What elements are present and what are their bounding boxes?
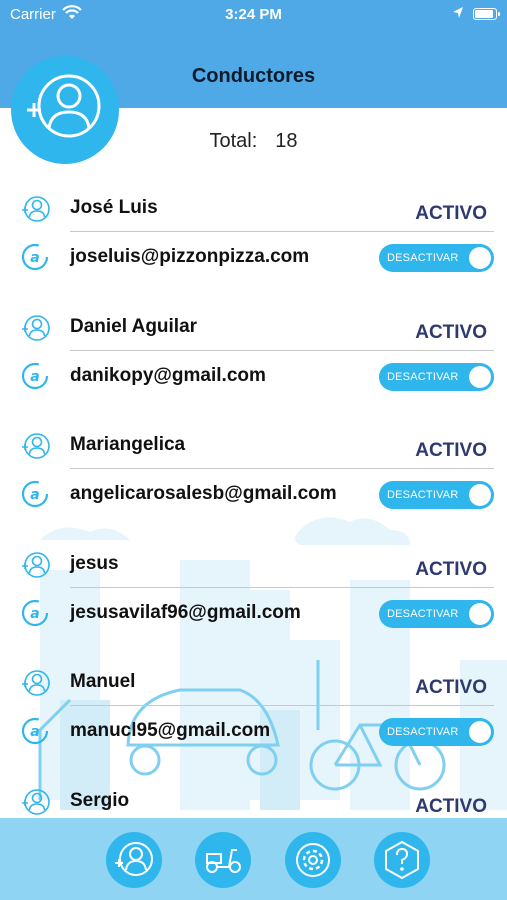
svg-text:a: a xyxy=(30,250,39,266)
user-icon xyxy=(20,430,52,462)
nav-add-user-button[interactable] xyxy=(106,832,162,888)
add-driver-avatar-icon[interactable] xyxy=(11,56,119,164)
driver-row[interactable]: Mariangelica ACTIVO a angelicarosalesb@g… xyxy=(0,425,507,543)
driver-email: danikopy@gmail.com xyxy=(70,364,266,386)
driver-row[interactable]: jesus ACTIVO a jesusavilaf96@gmail.com D… xyxy=(0,544,507,662)
location-icon xyxy=(452,6,464,24)
status-bar: Carrier 3:24 PM xyxy=(0,0,507,30)
driver-row[interactable]: Sergio ACTIVO a DESACTIVAR xyxy=(0,781,507,819)
row-divider xyxy=(70,468,494,469)
user-icon xyxy=(20,193,52,225)
row-divider xyxy=(70,586,494,588)
driver-status: ACTIVO xyxy=(415,795,487,817)
toggle-knob xyxy=(469,721,491,743)
driver-name: Mariangelica xyxy=(70,434,186,455)
email-at-icon: a xyxy=(21,362,49,390)
driver-name: Sergio xyxy=(70,789,130,811)
row-divider xyxy=(70,231,494,232)
driver-row[interactable]: Daniel Aguilar ACTIVO a danikopy@gmail.c… xyxy=(0,307,507,425)
email-at-icon: a xyxy=(21,599,49,627)
deactivate-toggle-label: DESACTIVAR xyxy=(387,370,459,383)
driver-name: jesus xyxy=(70,552,119,574)
user-icon xyxy=(20,549,52,581)
deactivate-toggle-label: DESACTIVAR xyxy=(387,726,459,738)
deactivate-toggle-label: DESACTIVAR xyxy=(387,252,459,264)
nav-help-button[interactable] xyxy=(374,832,430,888)
driver-name: Daniel Aguilar xyxy=(70,315,198,337)
total-value: 18 xyxy=(275,130,298,152)
bottom-nav-bar xyxy=(0,818,507,900)
nav-delivery-button[interactable] xyxy=(195,832,251,888)
add-user-icon xyxy=(115,842,153,876)
email-at-icon: a xyxy=(21,480,49,508)
driver-email: manucl95@gmail.com xyxy=(70,720,271,741)
driver-status: ACTIVO xyxy=(415,203,487,224)
help-icon xyxy=(385,840,419,880)
nav-settings-button[interactable] xyxy=(285,832,341,888)
user-icon xyxy=(20,667,52,699)
user-icon xyxy=(20,312,52,344)
settings-gear-icon xyxy=(296,843,330,877)
deactivate-toggle[interactable]: DESACTIVAR xyxy=(379,362,494,391)
row-divider xyxy=(70,349,494,351)
toggle-knob xyxy=(469,602,491,625)
svg-text:a: a xyxy=(30,606,39,622)
total-label: Total: xyxy=(209,130,258,152)
svg-text:a: a xyxy=(30,724,39,740)
driver-status: ACTIVO xyxy=(415,558,487,580)
driver-email: joseluis@pizzonpizza.com xyxy=(70,246,310,267)
driver-status: ACTIVO xyxy=(415,677,487,698)
email-at-icon: a xyxy=(21,717,49,745)
driver-email: jesusavilaf96@gmail.com xyxy=(70,601,301,623)
clock: 3:24 PM xyxy=(225,6,282,23)
row-divider xyxy=(70,705,494,706)
battery-icon xyxy=(473,8,500,20)
scooter-icon xyxy=(206,849,241,873)
driver-list[interactable]: José Luis ACTIVO a joseluis@pizzonpizza.… xyxy=(0,188,507,818)
deactivate-toggle[interactable]: DESACTIVAR xyxy=(379,244,494,272)
driver-name: José Luis xyxy=(70,197,158,218)
driver-row[interactable]: José Luis ACTIVO a joseluis@pizzonpizza.… xyxy=(0,188,507,306)
svg-text:a: a xyxy=(30,369,39,385)
deactivate-toggle[interactable]: DESACTIVAR xyxy=(379,718,494,746)
driver-status: ACTIVO xyxy=(415,440,487,461)
user-icon xyxy=(20,786,52,818)
deactivate-toggle-label: DESACTIVAR xyxy=(387,489,459,501)
deactivate-toggle[interactable]: DESACTIVAR xyxy=(379,481,494,509)
deactivate-toggle-label: DESACTIVAR xyxy=(387,607,459,620)
svg-text:a: a xyxy=(30,487,39,503)
toggle-knob xyxy=(469,484,491,506)
deactivate-toggle[interactable]: DESACTIVAR xyxy=(379,599,494,628)
toggle-knob xyxy=(469,365,491,388)
toggle-knob xyxy=(469,247,491,269)
driver-email: angelicarosalesb@gmail.com xyxy=(70,483,337,504)
driver-status: ACTIVO xyxy=(415,321,487,343)
email-at-icon: a xyxy=(21,243,49,271)
driver-name: Manuel xyxy=(70,671,136,692)
driver-row[interactable]: Manuel ACTIVO a manucl95@gmail.com DESAC… xyxy=(0,662,507,780)
